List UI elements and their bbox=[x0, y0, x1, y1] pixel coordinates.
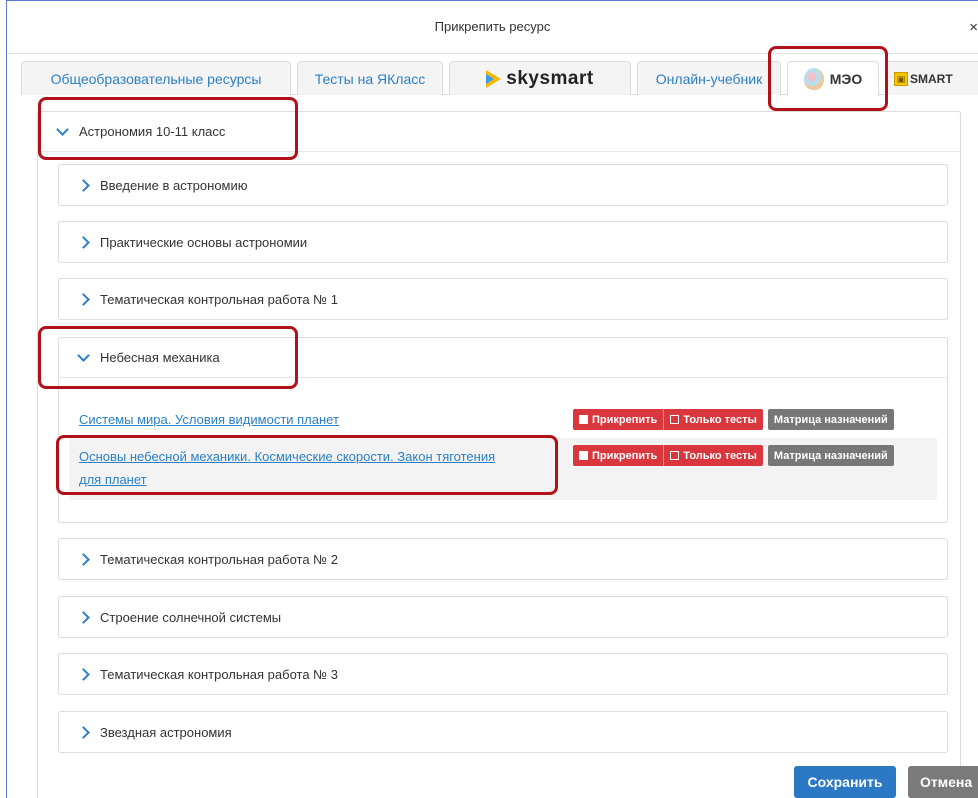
button-label: Только тесты bbox=[683, 449, 757, 462]
tests-only-button[interactable]: Только тесты bbox=[664, 409, 763, 430]
button-label: Прикрепить bbox=[592, 449, 658, 462]
section-test-1[interactable]: Тематическая контрольная работа № 1 bbox=[58, 278, 948, 320]
tab-smart[interactable]: ▣ SMART bbox=[885, 61, 978, 95]
dialog-title: Прикрепить ресурс bbox=[434, 19, 551, 34]
section-header[interactable]: Небесная механика bbox=[59, 338, 947, 378]
chevron-right-icon bbox=[77, 178, 90, 192]
section-header[interactable]: Тематическая контрольная работа № 1 bbox=[59, 279, 947, 319]
button-label: Прикрепить bbox=[592, 413, 658, 426]
chevron-right-icon bbox=[77, 552, 90, 566]
tab-online-textbook[interactable]: Онлайн-учебник bbox=[637, 61, 781, 95]
course-panel: Астрономия 10-11 класс Введение в астрон… bbox=[37, 111, 961, 798]
section-header[interactable]: Введение в астрономию bbox=[59, 165, 947, 205]
close-icon[interactable]: × bbox=[964, 19, 978, 36]
section-title: Звездная астрономия bbox=[100, 724, 232, 740]
attach-resource-dialog: Прикрепить ресурс × Общеобразовательные … bbox=[6, 0, 978, 798]
section-header[interactable]: Практические основы астрономии bbox=[59, 222, 947, 262]
tab-label: skysmart bbox=[506, 67, 594, 89]
tab-label: МЭО bbox=[829, 71, 863, 87]
assignment-matrix-button[interactable]: Матрица назначений bbox=[767, 409, 894, 430]
resource-link-continued[interactable]: для планет bbox=[79, 469, 147, 491]
cancel-button[interactable]: Отмена bbox=[908, 766, 978, 798]
section-title: Тематическая контрольная работа № 3 bbox=[100, 666, 338, 682]
resource-actions: Прикрепить Только тесты Матрица назначен… bbox=[573, 409, 894, 430]
section-stellar-astronomy[interactable]: Звездная астрономия bbox=[58, 711, 948, 753]
tab-label: SMART bbox=[910, 71, 953, 86]
tab-skysmart[interactable]: skysmart bbox=[449, 61, 631, 95]
section-header[interactable]: Строение солнечной системы bbox=[59, 597, 947, 637]
section-header[interactable]: Тематическая контрольная работа № 3 bbox=[59, 654, 947, 694]
tab-label: Тесты на ЯКласс bbox=[314, 70, 426, 87]
skysmart-play-icon bbox=[486, 69, 502, 88]
checkbox-empty-icon bbox=[670, 415, 680, 424]
section-practical[interactable]: Практические основы астрономии bbox=[58, 221, 948, 263]
section-header[interactable]: Тематическая контрольная работа № 2 bbox=[59, 539, 947, 579]
chevron-down-icon bbox=[77, 348, 90, 362]
resource-link[interactable]: Основы небесной механики. Космические ск… bbox=[79, 446, 495, 468]
section-title: Введение в астрономию bbox=[100, 177, 248, 193]
section-test-3[interactable]: Тематическая контрольная работа № 3 bbox=[58, 653, 948, 695]
section-title: Строение солнечной системы bbox=[100, 609, 282, 625]
tests-only-button[interactable]: Только тесты bbox=[664, 445, 763, 466]
section-solar-system[interactable]: Строение солнечной системы bbox=[58, 596, 948, 638]
resource-link[interactable]: Системы мира. Условия видимости планет bbox=[79, 409, 339, 431]
chevron-right-icon bbox=[77, 292, 90, 306]
tab-general-resources[interactable]: Общеобразовательные ресурсы bbox=[21, 61, 291, 95]
chevron-right-icon bbox=[77, 235, 90, 249]
save-button[interactable]: Сохранить bbox=[794, 766, 896, 798]
tab-label: Общеобразовательные ресурсы bbox=[50, 70, 262, 87]
section-header[interactable]: Звездная астрономия bbox=[59, 712, 947, 752]
resource-row-highlighted: Основы небесной механики. Космические ск… bbox=[69, 438, 937, 500]
section-title: Небесная механика bbox=[100, 350, 220, 365]
attach-button[interactable]: Прикрепить bbox=[573, 409, 665, 430]
chevron-down-icon bbox=[56, 122, 69, 136]
attach-button[interactable]: Прикрепить bbox=[573, 445, 665, 466]
dialog-titlebar: Прикрепить ресурс × bbox=[7, 1, 978, 54]
section-test-2[interactable]: Тематическая контрольная работа № 2 bbox=[58, 538, 948, 580]
tab-label: Онлайн-учебник bbox=[655, 70, 763, 87]
smart-logo-icon: ▣ bbox=[894, 71, 908, 86]
checkbox-empty-icon bbox=[670, 451, 680, 460]
tab-meo[interactable]: МЭО bbox=[787, 61, 879, 96]
chevron-right-icon bbox=[77, 725, 90, 739]
meo-logo-icon bbox=[803, 68, 824, 90]
section-celestial-mechanics: Небесная механика Системы мира. Условия … bbox=[58, 337, 948, 523]
course-header[interactable]: Астрономия 10-11 класс bbox=[38, 112, 960, 152]
tab-yaklass-tests[interactable]: Тесты на ЯКласс bbox=[297, 61, 443, 95]
chevron-right-icon bbox=[77, 667, 90, 681]
resource-row: Системы мира. Условия видимости планет П… bbox=[59, 406, 949, 434]
resource-tabs: Общеобразовательные ресурсы Тесты на ЯКл… bbox=[21, 61, 978, 96]
button-label: Только тесты bbox=[683, 413, 757, 426]
checkbox-filled-icon bbox=[579, 451, 588, 460]
section-title: Тематическая контрольная работа № 1 bbox=[100, 291, 338, 307]
course-title: Астрономия 10-11 класс bbox=[79, 124, 226, 139]
chevron-right-icon bbox=[77, 610, 90, 624]
assignment-matrix-button[interactable]: Матрица назначений bbox=[767, 445, 894, 466]
checkbox-filled-icon bbox=[579, 415, 588, 424]
section-title: Тематическая контрольная работа № 2 bbox=[100, 551, 338, 567]
section-intro[interactable]: Введение в астрономию bbox=[58, 164, 948, 206]
button-label: Матрица назначений bbox=[773, 449, 888, 462]
resource-actions: Прикрепить Только тесты Матрица назначен… bbox=[573, 445, 894, 466]
section-title: Практические основы астрономии bbox=[100, 234, 308, 250]
button-label: Матрица назначений bbox=[773, 413, 888, 426]
